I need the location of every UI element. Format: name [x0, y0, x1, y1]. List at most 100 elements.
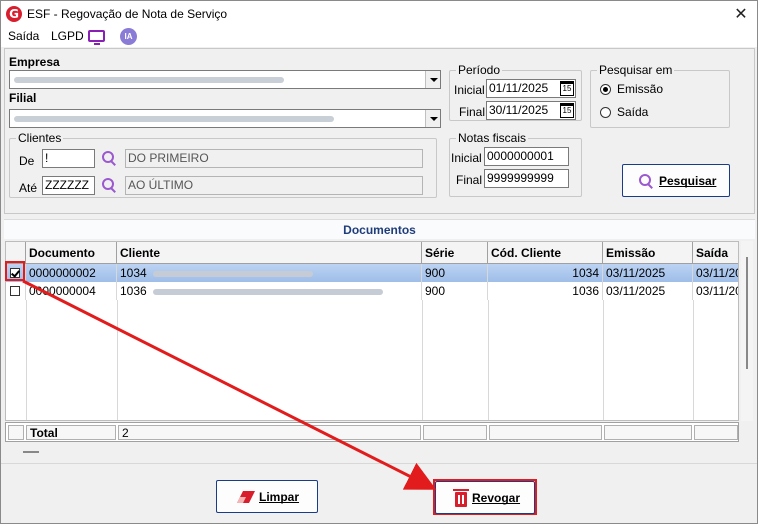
documents-grid: Documento Cliente Série Cód. Cliente Emi…	[5, 241, 739, 421]
window-title: ESF - Regovação de Nota de Serviço	[27, 7, 228, 21]
scrollbar-thumb[interactable]	[746, 257, 748, 369]
grid-col-line	[422, 300, 423, 420]
total-empty-cell	[423, 425, 487, 440]
cliente-de-input[interactable]: !	[42, 149, 95, 168]
chevron-down-icon[interactable]	[425, 110, 440, 127]
total-label: Total	[26, 425, 116, 440]
pesquisar-button[interactable]: Pesquisar	[622, 164, 730, 197]
cliente-name-redacted	[152, 288, 383, 295]
scrollbar-thumb[interactable]	[23, 451, 39, 453]
revogar-button-label: Revogar	[472, 491, 521, 505]
cell-cliente: 1034	[117, 264, 422, 282]
calendar-icon[interactable]: 15	[560, 103, 574, 118]
ia-icon[interactable]: IA	[120, 28, 137, 45]
radio-saida[interactable]	[600, 107, 611, 118]
cell-cliente-code: 1034	[120, 266, 147, 280]
total-empty-cell	[604, 425, 692, 440]
ate-label: Até	[19, 181, 38, 195]
grid-col-line	[26, 300, 27, 420]
empresa-select[interactable]	[9, 70, 441, 89]
limpar-button-label: Limpar	[259, 490, 300, 504]
cell-serie: 900	[422, 282, 488, 300]
filial-select[interactable]	[9, 109, 441, 128]
col-emissao[interactable]: Emissão	[603, 242, 693, 264]
cliente-name-redacted	[152, 270, 313, 277]
periodo-inicial-input[interactable]: 01/11/2025 15	[486, 79, 576, 98]
cell-saida: 03/11/20	[696, 266, 739, 280]
de-label: De	[19, 154, 35, 168]
table-row[interactable]: 0000000004 1036 900 1036 03/11/2025 03/1…	[6, 282, 738, 300]
total-empty-cell	[489, 425, 602, 440]
col-cod-cliente[interactable]: Cód. Cliente	[488, 242, 603, 264]
radio-emissao-label[interactable]: Emissão	[617, 82, 663, 96]
cliente-ate-input[interactable]: ZZZZZZ	[42, 176, 95, 195]
cell-cliente: 1036	[117, 282, 422, 300]
pesquisar-em-group: Pesquisar em Emissão Saída	[590, 63, 730, 128]
cell-cod-cliente: 1034	[488, 264, 603, 282]
cell-emissao: 03/11/2025	[603, 282, 693, 300]
periodo-group-title: Período	[456, 63, 503, 77]
total-empty-cell	[8, 425, 24, 440]
search-icon[interactable]	[101, 150, 117, 166]
row-select-cell	[6, 282, 26, 300]
col-serie[interactable]: Série	[422, 242, 488, 264]
revogar-button[interactable]: Revogar	[435, 481, 535, 514]
empresa-label: Empresa	[9, 55, 60, 69]
filter-panel: Empresa Filial Clientes De ! DO PRIMEIRO…	[4, 48, 755, 214]
grid-col-line	[693, 300, 694, 420]
periodo-final-label: Final	[459, 105, 486, 119]
periodo-final-value: 30/11/2025	[489, 103, 549, 117]
cliente-ate-desc: AO ÚLTIMO	[125, 176, 423, 195]
grid-header: Documento Cliente Série Cód. Cliente Emi…	[6, 242, 738, 264]
cliente-de-desc: DO PRIMEIRO	[125, 149, 423, 168]
pesquisar-em-title: Pesquisar em	[597, 63, 675, 77]
monitor-icon[interactable]	[88, 30, 105, 45]
vertical-scrollbar[interactable]	[741, 241, 753, 421]
total-value: 2	[118, 425, 421, 440]
chevron-down-icon[interactable]	[425, 71, 440, 88]
row-checkbox[interactable]	[10, 286, 20, 296]
filial-value-redacted	[14, 116, 334, 122]
menu-saida[interactable]: Saída	[8, 29, 39, 43]
search-icon[interactable]	[101, 177, 117, 193]
menu-lgpd[interactable]: LGPD	[51, 29, 84, 43]
title-bar: G ESF - Regovação de Nota de Serviço ✕	[1, 1, 757, 27]
clientes-group: Clientes De ! DO PRIMEIRO Até ZZZZZZ AO …	[9, 131, 437, 198]
notas-final-input[interactable]: 9999999999	[484, 169, 569, 188]
cell-emissao: 03/11/2025	[603, 264, 693, 282]
periodo-final-input[interactable]: 30/11/2025 15	[486, 101, 576, 120]
grid-col-line	[603, 300, 604, 420]
search-icon	[638, 173, 654, 189]
col-cliente[interactable]: Cliente	[117, 242, 422, 264]
clientes-group-title: Clientes	[16, 131, 64, 145]
cell-serie: 900	[422, 264, 488, 282]
filial-label: Filial	[9, 91, 37, 105]
empresa-value-redacted	[14, 77, 284, 83]
radio-emissao[interactable]	[600, 84, 611, 95]
cell-cliente-code: 1036	[120, 284, 147, 298]
pesquisar-button-label: Pesquisar	[659, 174, 717, 188]
limpar-button[interactable]: Limpar	[216, 480, 318, 513]
app-logo-icon: G	[6, 6, 22, 22]
footer-separator	[1, 463, 757, 464]
grid-col-line	[488, 300, 489, 420]
table-row[interactable]: 0000000002 1034 900 1034 03/11/2025 03/1…	[6, 264, 738, 282]
col-saida[interactable]: Saída	[693, 242, 738, 264]
cell-documento: 0000000002	[26, 264, 117, 282]
documentos-header: Documentos	[4, 219, 755, 239]
horizontal-scrollbar[interactable]	[5, 444, 755, 460]
notas-inicial-label: Inicial	[451, 151, 482, 165]
notas-inicial-input[interactable]: 0000000001	[484, 147, 569, 166]
radio-saida-label[interactable]: Saída	[617, 105, 648, 119]
total-empty-cell	[694, 425, 738, 440]
totals-row: Total 2	[5, 422, 739, 442]
cell-documento: 0000000004	[26, 282, 117, 300]
col-documento[interactable]: Documento	[26, 242, 117, 264]
notas-fiscais-title: Notas fiscais	[456, 131, 529, 145]
grid-col-line	[117, 300, 118, 420]
close-button[interactable]: ✕	[731, 4, 751, 24]
notas-final-label: Final	[456, 173, 483, 187]
trash-icon	[453, 489, 469, 507]
calendar-icon[interactable]: 15	[560, 81, 574, 96]
periodo-group: Período Inicial 01/11/2025 15 Final 30/1…	[449, 63, 582, 121]
